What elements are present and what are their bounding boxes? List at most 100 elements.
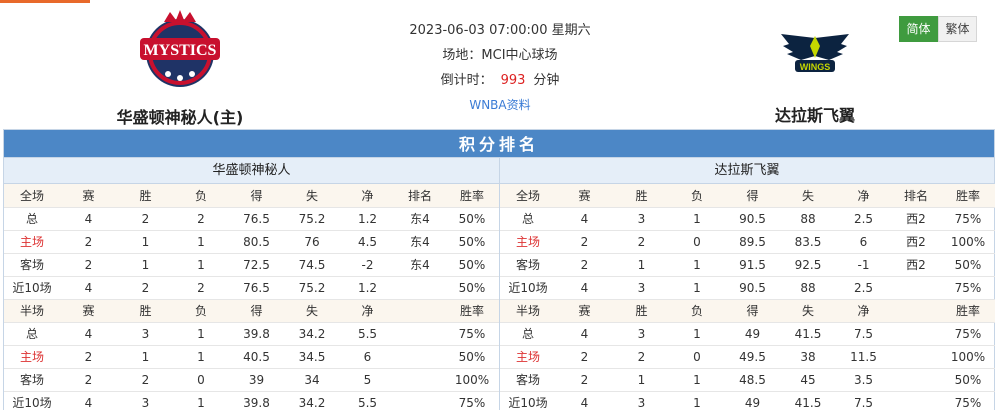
column-header: 半场 — [500, 299, 556, 323]
mystics-logo[interactable]: MYSTICS — [134, 8, 226, 94]
table-cell: 1 — [117, 345, 174, 369]
table-cell: 88 — [781, 276, 835, 300]
table-cell — [396, 391, 444, 410]
table-cell: 7.5 — [835, 322, 892, 346]
table-cell: 3.5 — [835, 368, 892, 392]
table-cell: 90.5 — [724, 207, 781, 231]
table-cell: 75.2 — [285, 276, 339, 300]
column-header: 胜率 — [444, 184, 500, 208]
table-cell: 1 — [174, 391, 228, 410]
away-team-name[interactable]: 达拉斯飞翼 — [715, 102, 915, 126]
column-header: 得 — [228, 184, 285, 208]
table-cell: 西2 — [892, 253, 940, 277]
table-header-row: 半场赛胜负得失净 胜率 — [4, 299, 500, 323]
away-team-block: WINGS 达拉斯飞翼 — [715, 8, 915, 126]
table-header-row: 全场赛胜负得失净排名 胜率 — [500, 184, 995, 208]
row-label: 近10场 — [500, 276, 556, 300]
column-header: 负 — [174, 299, 228, 323]
table-row: 近10场 4 3 1 90.5 88 2.5 75% — [500, 276, 995, 300]
table-cell: 2 — [60, 368, 117, 392]
table-cell: 4 — [60, 391, 117, 410]
table-cell: 2 — [117, 368, 174, 392]
table-cell: 2 — [60, 230, 117, 254]
match-header: MYSTICS 华盛顿神秘人(主) 2023-06-03 07:00:00 星期… — [0, 0, 995, 128]
column-header: 胜 — [117, 184, 174, 208]
simplified-chinese-button[interactable]: 简体 — [899, 16, 938, 42]
table-cell: 39 — [228, 368, 285, 392]
table-cell: 东4 — [396, 230, 444, 254]
table-cell: 5.5 — [339, 391, 396, 410]
table-cell: 1.2 — [339, 207, 396, 231]
row-label: 近10场 — [4, 276, 60, 300]
column-header: 胜率 — [940, 299, 995, 323]
table-cell: 2 — [117, 207, 174, 231]
table-cell: 1 — [174, 345, 228, 369]
table-cell: 75.2 — [285, 207, 339, 231]
table-header-row: 全场赛胜负得失净排名 胜率 — [4, 184, 500, 208]
table-cell: 1 — [174, 253, 228, 277]
table-cell: 92.5 — [781, 253, 835, 277]
table-cell: 48.5 — [724, 368, 781, 392]
table-cell: 100% — [444, 368, 500, 392]
table-cell: 2 — [60, 345, 117, 369]
table-cell: 2 — [556, 345, 613, 369]
countdown-unit: 分钟 — [533, 73, 560, 88]
table-cell: 50% — [444, 207, 500, 231]
table-row: 主场 2 2 0 89.5 83.5 6 西2 100% — [500, 230, 995, 254]
table-cell: 6 — [339, 345, 396, 369]
column-header: 负 — [670, 299, 724, 323]
table-cell — [892, 368, 940, 392]
column-header: 全场 — [4, 184, 60, 208]
table-cell: 75% — [940, 391, 995, 410]
table-cell — [396, 322, 444, 346]
table-cell: 49.5 — [724, 345, 781, 369]
row-label: 客场 — [500, 253, 556, 277]
table-cell: 50% — [444, 253, 500, 277]
table-cell: 90.5 — [724, 276, 781, 300]
table-cell: 2 — [613, 230, 670, 254]
table-cell: 74.5 — [285, 253, 339, 277]
countdown-value: 993 — [500, 73, 526, 88]
table-cell: 3 — [117, 391, 174, 410]
table-cell: 34.5 — [285, 345, 339, 369]
table-cell: 0 — [670, 345, 724, 369]
table-cell: -1 — [835, 253, 892, 277]
table-cell: 4 — [556, 276, 613, 300]
table-header-row: 半场赛胜负得失净 胜率 — [500, 299, 995, 323]
table-cell: 0 — [174, 368, 228, 392]
table-cell: 49 — [724, 391, 781, 410]
table-cell: 3 — [117, 322, 174, 346]
table-cell: 1 — [670, 207, 724, 231]
table-row: 客场 2 1 1 48.5 45 3.5 50% — [500, 368, 995, 392]
wings-logo[interactable]: WINGS — [777, 30, 853, 78]
table-cell: 4 — [556, 391, 613, 410]
table-cell: 1 — [670, 391, 724, 410]
table-cell: 2 — [174, 207, 228, 231]
table-cell: 2 — [556, 253, 613, 277]
table-cell: 75% — [940, 276, 995, 300]
table-cell: 45 — [781, 368, 835, 392]
column-header: 失 — [781, 184, 835, 208]
standings-section: 积分排名 华盛顿神秘人 全场赛胜负得失净排名 胜率总 4 2 2 76.5 75.2 1.2 东… — [3, 129, 995, 410]
column-header: 赛 — [556, 184, 613, 208]
table-cell: 75% — [940, 207, 995, 231]
column-header: 失 — [781, 299, 835, 323]
table-cell: 3 — [613, 391, 670, 410]
row-label: 总 — [500, 207, 556, 231]
table-cell: 2.5 — [835, 207, 892, 231]
table-cell: 1 — [670, 368, 724, 392]
home-team-name[interactable]: 华盛顿神秘人(主) — [80, 104, 280, 128]
column-header: 半场 — [4, 299, 60, 323]
column-header — [892, 299, 940, 323]
table-cell: 1 — [670, 276, 724, 300]
table-cell: 东4 — [396, 253, 444, 277]
table-cell: 11.5 — [835, 345, 892, 369]
table-cell: 4 — [60, 276, 117, 300]
column-header: 负 — [670, 184, 724, 208]
away-standings-table: 全场赛胜负得失净排名 胜率总 4 3 1 90.5 88 2.5 西2 75% 主场 2 2 0 89.5 8… — [500, 184, 995, 410]
traditional-chinese-button[interactable]: 繁体 — [938, 16, 977, 42]
league-info-link[interactable]: WNBA资料 — [469, 98, 530, 112]
table-row: 客场 2 1 1 91.5 92.5 -1 西2 50% — [500, 253, 995, 277]
table-cell: 100% — [940, 345, 995, 369]
table-cell: 41.5 — [781, 322, 835, 346]
